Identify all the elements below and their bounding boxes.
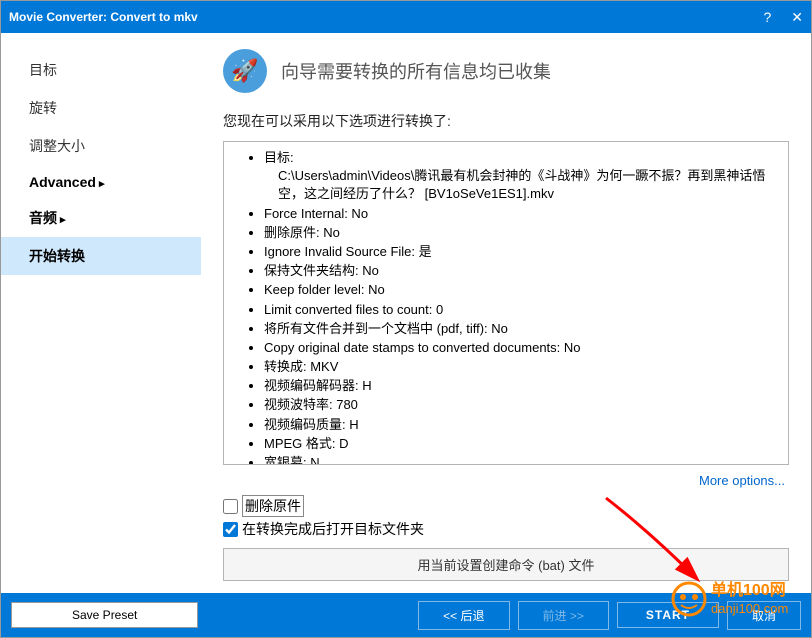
- setting-row: 宽银幕: N: [264, 454, 784, 465]
- close-icon[interactable]: ✕: [791, 9, 803, 26]
- back-button[interactable]: << 后退: [418, 601, 509, 630]
- start-button[interactable]: START: [617, 602, 719, 628]
- settings-summary[interactable]: 目标:C:\Users\admin\Videos\腾讯最有机会封神的《斗战神》为…: [223, 141, 789, 465]
- open-folder-label: 在转换完成后打开目标文件夹: [242, 519, 424, 539]
- setting-row: Ignore Invalid Source File: 是: [264, 243, 784, 261]
- sidebar-item-2[interactable]: 调整大小: [1, 127, 201, 165]
- setting-row: 视频编码解码器: H: [264, 377, 784, 395]
- sidebar-item-0[interactable]: 目标: [1, 51, 201, 89]
- setting-row: Keep folder level: No: [264, 281, 784, 299]
- setting-row: 删除原件: No: [264, 224, 784, 242]
- setting-row: 视频编码质量: H: [264, 416, 784, 434]
- more-options-link[interactable]: More options...: [699, 473, 785, 488]
- window-title: Movie Converter: Convert to mkv: [9, 10, 763, 24]
- setting-row: 将所有文件合并到一个文档中 (pdf, tiff): No: [264, 320, 784, 338]
- create-bat-button[interactable]: 用当前设置创建命令 (bat) 文件: [223, 548, 789, 581]
- delete-original-label: 删除原件: [242, 495, 304, 517]
- open-folder-checkbox[interactable]: [223, 522, 238, 537]
- save-preset-button[interactable]: Save Preset: [11, 602, 198, 628]
- sidebar-item-1[interactable]: 旋转: [1, 89, 201, 127]
- forward-button: 前进 >>: [518, 601, 609, 630]
- sidebar-item-5[interactable]: 开始转换: [1, 237, 201, 275]
- setting-row: Limit converted files to count: 0: [264, 301, 784, 319]
- cancel-button[interactable]: 取消: [727, 601, 801, 630]
- help-icon[interactable]: ?: [763, 9, 771, 25]
- setting-row: Copy original date stamps to converted d…: [264, 339, 784, 357]
- setting-row: 转换成: MKV: [264, 358, 784, 376]
- sidebar-item-4[interactable]: 音频: [1, 199, 201, 237]
- page-header: 向导需要转换的所有信息均已收集: [281, 58, 551, 84]
- setting-row: Force Internal: No: [264, 205, 784, 223]
- footer-bar: Save Preset << 后退 前进 >> START 取消: [1, 593, 811, 637]
- sidebar-item-3[interactable]: Advanced: [1, 165, 201, 199]
- setting-row: MPEG 格式: D: [264, 435, 784, 453]
- page-subtitle: 您现在可以采用以下选项进行转换了:: [223, 111, 789, 131]
- setting-row: 目标:C:\Users\admin\Videos\腾讯最有机会封神的《斗战神》为…: [264, 149, 784, 204]
- rocket-icon: 🚀: [223, 49, 267, 93]
- setting-row: 视频波特率: 780: [264, 396, 784, 414]
- delete-original-checkbox[interactable]: [223, 499, 238, 514]
- sidebar: 目标旋转调整大小Advanced音频开始转换: [1, 33, 201, 593]
- setting-row: 保持文件夹结构: No: [264, 262, 784, 280]
